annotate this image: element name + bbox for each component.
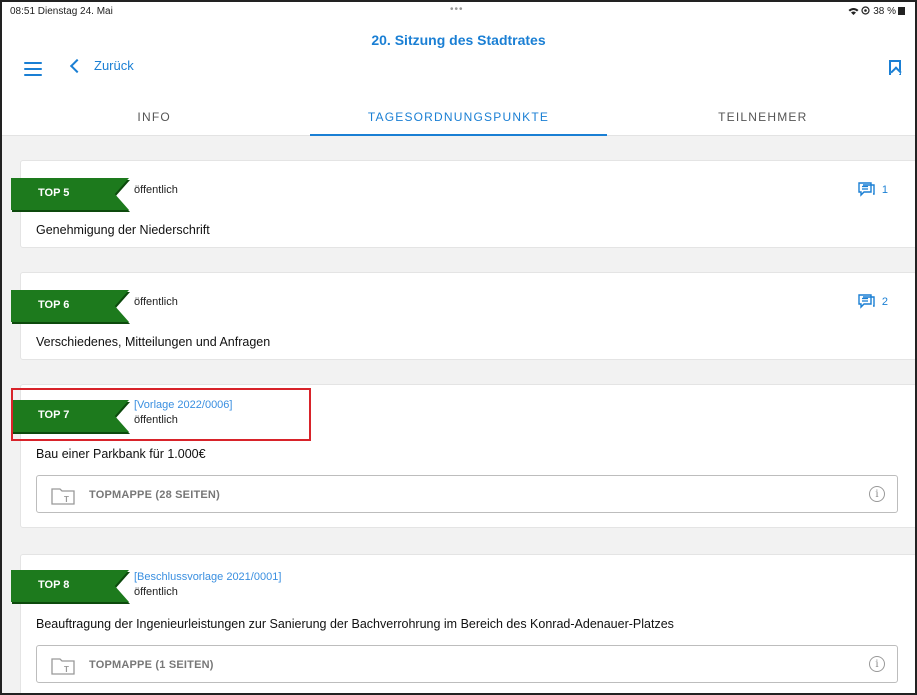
comment-count: 1 [881,184,888,196]
info-icon[interactable]: i [869,486,885,502]
top-ribbon: TOP 5 [11,178,129,210]
wifi-icon [848,8,859,15]
back-button[interactable]: Zurück [68,58,134,73]
hamburger-menu-icon[interactable] [24,62,42,76]
visibility-label: öffentlich [134,296,178,308]
comment-icon [858,294,875,309]
multitasking-dots[interactable]: ••• [450,4,464,15]
visibility-label: öffentlich [134,184,178,196]
svg-text:T: T [64,495,69,504]
visibility-label: öffentlich [134,586,178,598]
comments-button[interactable]: 2 [858,294,888,310]
comment-icon [858,182,875,197]
tab-bar: INFO TAGESORDNUNGSPUNKTE TEILNEHMER [2,98,915,136]
chevron-left-icon [69,58,85,73]
folder-icon: T [51,658,75,675]
agenda-item-top7[interactable]: TOP 7 [Vorlage 2022/0006] öffentlich Bau… [11,384,915,528]
topmappe-label: TOPMAPPE (28 SEITEN) [89,489,220,501]
vorlage-link[interactable]: [Vorlage 2022/0006] [134,399,232,411]
battery-percentage: 38 % [873,6,896,17]
status-bar: 08:51 Dienstag 24. Mai ••• 38 % [2,2,915,26]
topmappe-button[interactable]: T TOPMAPPE (1 SEITEN) i [36,645,898,683]
agenda-item-top6[interactable]: TOP 6 öffentlich Verschiedenes, Mitteilu… [11,272,915,360]
page-title: 20. Sitzung des Stadtrates [371,32,546,48]
item-subject: Genehmigung der Niederschrift [36,223,210,237]
top-ribbon: TOP 6 [11,290,129,322]
vorlage-link[interactable]: [Beschlussvorlage 2021/0001] [134,571,281,583]
rotation-lock-icon [861,6,871,15]
topmappe-label: TOPMAPPE (1 SEITEN) [89,659,214,671]
folder-icon: T [51,488,75,505]
top-number: TOP 5 [38,187,70,199]
top-number: TOP 7 [38,409,70,421]
tab-info[interactable]: INFO [2,98,306,136]
comments-button[interactable]: 1 [858,182,888,198]
tab-tagesordnungspunkte[interactable]: TAGESORDNUNGSPUNKTE [306,98,610,136]
top-ribbon: TOP 8 [11,570,129,602]
top-number: TOP 6 [38,299,70,311]
status-time-date: 08:51 Dienstag 24. Mai [10,6,113,17]
agenda-item-top5[interactable]: TOP 5 öffentlich Genehmigung der Nieders… [11,160,915,248]
top-ribbon: TOP 7 [11,400,129,432]
app-header: 20. Sitzung des Stadtrates Zurück INFO T… [2,26,915,136]
visibility-label: öffentlich [134,414,178,426]
svg-text:T: T [64,665,69,674]
info-icon[interactable]: i [869,656,885,672]
agenda-item-top8[interactable]: TOP 8 [Beschlussvorlage 2021/0001] öffen… [11,554,915,693]
topmappe-button[interactable]: T TOPMAPPE (28 SEITEN) i [36,475,898,513]
item-subject: Verschiedenes, Mitteilungen und Anfragen [36,335,271,349]
comment-count: 2 [881,296,888,308]
bookmark-icon[interactable] [889,60,901,75]
tab-teilnehmer[interactable]: TEILNEHMER [611,98,915,136]
app-window: 08:51 Dienstag 24. Mai ••• 38 % 20. Sitz… [0,0,917,695]
item-subject: Beauftragung der Ingenieurleistungen zur… [36,617,674,631]
status-right: 38 % [848,6,905,17]
back-label: Zurück [94,58,134,73]
top-number: TOP 8 [38,579,70,591]
battery-icon [898,7,905,15]
item-subject: Bau einer Parkbank für 1.000€ [36,447,206,461]
